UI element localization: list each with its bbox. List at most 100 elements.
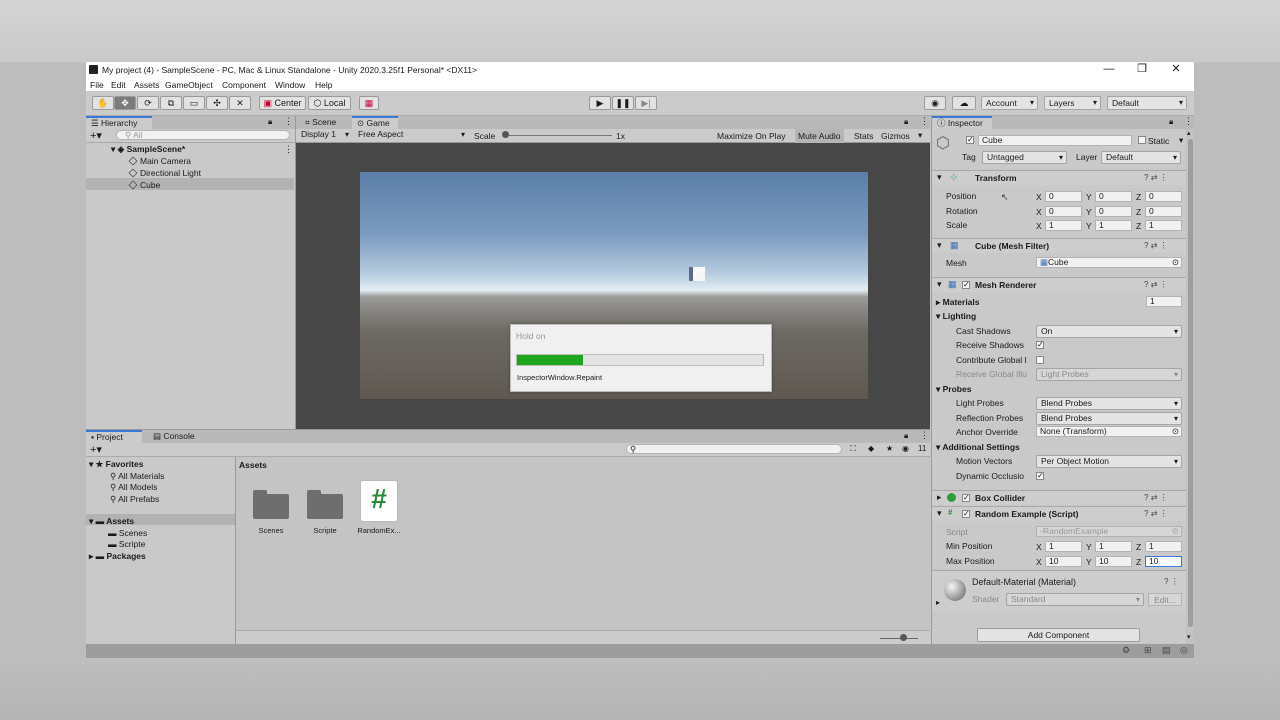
hierarchy-item-directional-light[interactable]: Directional Light bbox=[128, 168, 201, 178]
asset-folder-scenes[interactable] bbox=[253, 489, 289, 519]
box-collider-enabled-checkbox[interactable]: ✓ bbox=[962, 494, 970, 502]
packages-item[interactable]: ▸ ▬ Packages bbox=[89, 551, 146, 562]
collab-button[interactable]: ◉ bbox=[924, 96, 946, 110]
tag-dropdown[interactable]: Untagged bbox=[982, 151, 1067, 164]
scroll-down-icon[interactable]: ▾ bbox=[1187, 633, 1191, 641]
assets-root-item[interactable]: ▾ ▬ Assets bbox=[89, 516, 134, 527]
progress-spinner-icon[interactable]: ⚙ bbox=[1122, 645, 1130, 656]
menu-file[interactable]: File bbox=[90, 80, 104, 90]
pivot-mode-button[interactable]: ▣ Center bbox=[259, 96, 306, 110]
mesh-renderer-header[interactable]: ▾ ▦ ✓ Mesh Renderer ? ⇄ ⋮ bbox=[932, 277, 1186, 292]
layout-dropdown[interactable]: Default bbox=[1107, 96, 1187, 110]
min-position-z-field[interactable]: 1 bbox=[1145, 541, 1182, 552]
panel-menu-icon[interactable]: ⋮ bbox=[920, 430, 929, 441]
lock-icon[interactable]: 🔒︎ bbox=[904, 117, 908, 127]
favorite-all-models[interactable]: ⚲ All Models bbox=[110, 482, 157, 493]
object-name-field[interactable]: Cube bbox=[978, 135, 1132, 146]
maximize-on-play-toggle[interactable]: Maximize On Play bbox=[717, 131, 786, 141]
receive-gi-dropdown[interactable]: Light Probes bbox=[1036, 368, 1182, 381]
tab-inspector[interactable]: ⓘ Inspector bbox=[932, 116, 992, 129]
motion-vectors-dropdown[interactable]: Per Object Motion bbox=[1036, 455, 1182, 468]
menu-assets[interactable]: Assets bbox=[134, 80, 160, 90]
scale-x-field[interactable]: 1 bbox=[1045, 220, 1082, 231]
static-checkbox[interactable] bbox=[1138, 136, 1146, 144]
grid-snap-button[interactable]: ▦ bbox=[359, 96, 379, 110]
menu-help[interactable]: Help bbox=[315, 80, 332, 90]
mesh-object-field[interactable]: ▦Cube ⊙ bbox=[1036, 257, 1182, 268]
icon-size-slider-thumb[interactable] bbox=[900, 634, 907, 641]
favorite-all-prefabs[interactable]: ⚲ All Prefabs bbox=[110, 494, 159, 505]
minimize-button[interactable]: — bbox=[1092, 62, 1126, 78]
favorite-all-materials[interactable]: ⚲ All Materials bbox=[110, 471, 164, 482]
position-y-field[interactable]: 0 bbox=[1095, 191, 1132, 202]
auto-generate-lighting-icon[interactable]: ◎ bbox=[1180, 645, 1188, 656]
tab-project[interactable]: ▪ Project bbox=[86, 430, 142, 443]
maximize-button[interactable]: ❐ bbox=[1125, 62, 1159, 78]
axis-label-z[interactable]: Z bbox=[1136, 207, 1141, 217]
random-example-header[interactable]: ▾ # ✓ Random Example (Script) ? ⇄ ⋮ bbox=[932, 506, 1186, 521]
dynamic-occlusion-checkbox[interactable]: ✓ bbox=[1036, 472, 1044, 480]
icon-size-slider-track[interactable] bbox=[880, 638, 918, 639]
folder-scenes[interactable]: ▬ Scenes bbox=[108, 528, 147, 538]
position-x-field[interactable]: 0 bbox=[1045, 191, 1082, 202]
axis-label-y[interactable]: Y bbox=[1086, 207, 1092, 217]
component-icons[interactable]: ? ⇄ ⋮ bbox=[1144, 493, 1168, 502]
scene-root-item[interactable]: ▾ ◈ SampleScene* bbox=[111, 144, 185, 155]
tab-hierarchy[interactable]: ☰ Hierarchy bbox=[86, 116, 152, 129]
hand-tool-button[interactable]: ✋ bbox=[92, 96, 114, 110]
play-button[interactable]: ▶ bbox=[589, 96, 611, 110]
panel-menu-icon[interactable]: ⋮ bbox=[1184, 116, 1193, 127]
axis-label-z[interactable]: Z bbox=[1136, 221, 1141, 231]
min-position-x-field[interactable]: 1 bbox=[1045, 541, 1082, 552]
add-component-button[interactable]: Add Component bbox=[977, 628, 1140, 642]
favorite-star-icon[interactable]: ★ bbox=[886, 444, 893, 453]
hidden-packages-icon[interactable]: ◉ bbox=[902, 444, 909, 453]
transform-tool-button[interactable]: ✣ bbox=[206, 96, 228, 110]
rotation-y-field[interactable]: 0 bbox=[1095, 206, 1132, 217]
component-icons[interactable]: ? ⇄ ⋮ bbox=[1144, 280, 1168, 289]
hierarchy-search-input[interactable]: ⚲ All bbox=[116, 130, 290, 140]
max-position-y-field[interactable]: 10 bbox=[1095, 556, 1132, 567]
scale-z-field[interactable]: 1 bbox=[1145, 220, 1182, 231]
step-button[interactable]: ▶| bbox=[635, 96, 657, 110]
materials-foldout[interactable]: ▸ Materials bbox=[936, 297, 980, 308]
lock-icon[interactable]: 🔒︎ bbox=[1169, 117, 1173, 127]
rotation-z-field[interactable]: 0 bbox=[1145, 206, 1182, 217]
axis-label-x[interactable]: X bbox=[1036, 192, 1042, 202]
rotate-tool-button[interactable]: ⟳ bbox=[137, 96, 159, 110]
custom-tool-button[interactable]: ✕ bbox=[229, 96, 251, 110]
move-tool-button[interactable]: ✥ bbox=[114, 96, 136, 110]
material-icons[interactable]: ? ⋮ bbox=[1164, 577, 1179, 586]
stats-toggle[interactable]: Stats bbox=[854, 131, 873, 141]
axis-label-z[interactable]: Z bbox=[1136, 557, 1141, 567]
axis-label-x[interactable]: X bbox=[1036, 221, 1042, 231]
cast-shadows-dropdown[interactable]: On bbox=[1036, 325, 1182, 338]
collab-status-icon[interactable]: ⊞ bbox=[1144, 645, 1152, 656]
max-position-z-field[interactable]: 10 bbox=[1145, 556, 1182, 567]
component-icons[interactable]: ? ⇄ ⋮ bbox=[1144, 509, 1168, 518]
scrollbar-thumb[interactable] bbox=[1188, 139, 1193, 627]
cloud-button[interactable]: ☁ bbox=[952, 96, 976, 110]
object-picker-icon[interactable]: ⊙ bbox=[1172, 427, 1179, 436]
lighting-foldout[interactable]: ▾ Lighting bbox=[936, 311, 976, 322]
additional-settings-foldout[interactable]: ▾ Additional Settings bbox=[936, 442, 1020, 453]
tab-console[interactable]: ▤ Console bbox=[148, 430, 208, 443]
contribute-gi-checkbox[interactable] bbox=[1036, 356, 1044, 364]
axis-label-x[interactable]: X bbox=[1036, 542, 1042, 552]
tab-game[interactable]: ⊙ Game bbox=[352, 116, 398, 129]
close-button[interactable]: ✕ bbox=[1159, 62, 1193, 78]
menu-gameobject[interactable]: GameObject bbox=[165, 80, 213, 90]
folder-scripte[interactable]: ▬ Scripte bbox=[108, 539, 145, 549]
scale-tool-button[interactable]: ⧉ bbox=[160, 96, 182, 110]
foldout-arrow-icon[interactable]: ▸ bbox=[936, 598, 940, 607]
max-position-x-field[interactable]: 10 bbox=[1045, 556, 1082, 567]
axis-label-z[interactable]: Z bbox=[1136, 542, 1141, 552]
shader-dropdown[interactable]: Standard bbox=[1006, 593, 1144, 606]
rect-tool-button[interactable]: ▭ bbox=[183, 96, 205, 110]
mesh-renderer-enabled-checkbox[interactable]: ✓ bbox=[962, 281, 970, 289]
mesh-filter-header[interactable]: ▾ ▦ Cube (Mesh Filter) ? ⇄ ⋮ bbox=[932, 238, 1186, 253]
object-picker-icon[interactable]: ⊙ bbox=[1172, 258, 1179, 267]
breadcrumb[interactable]: Assets bbox=[239, 460, 267, 470]
light-probes-dropdown[interactable]: Blend Probes bbox=[1036, 397, 1182, 410]
menu-edit[interactable]: Edit bbox=[111, 80, 126, 90]
